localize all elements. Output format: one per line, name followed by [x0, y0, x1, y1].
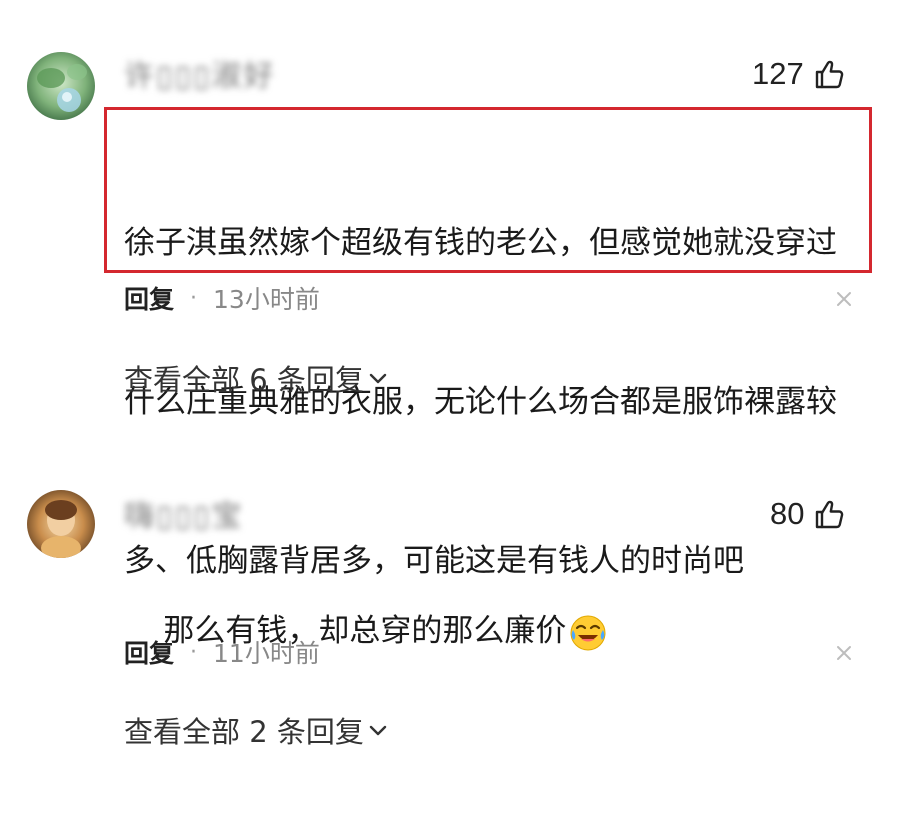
close-icon[interactable] [833, 642, 855, 664]
comment-text-line: 徐子淇虽然嫁个超级有钱的老公，但感觉她就没穿过 [124, 225, 837, 261]
username[interactable]: 嗨▯▯▯宝 [124, 496, 244, 534]
chevron-down-icon [369, 725, 387, 736]
avatar[interactable] [27, 52, 95, 120]
close-icon[interactable] [833, 288, 855, 310]
timestamp: 13小时前 [213, 285, 320, 314]
timestamp: 11小时前 [213, 639, 320, 668]
comment-meta: 回复 · 13小时前 [124, 280, 320, 316]
like-button[interactable]: 80 [770, 494, 846, 534]
username-text: 嗨▯▯▯宝 [124, 499, 244, 534]
laughing-crying-emoji-icon [570, 615, 606, 650]
view-all-replies-button[interactable]: 查看全部 6 条回复 [124, 358, 388, 398]
username-text: 许▯▯▯淑好 [124, 59, 276, 94]
view-all-replies-button[interactable]: 查看全部 2 条回复 [124, 710, 388, 750]
thumbs-up-icon [815, 60, 843, 89]
comment-2: 嗨▯▯▯宝 80 那么有钱，却总穿的那么廉价 回复 · 11小时前 查看全部 2… [0, 430, 918, 816]
thumbs-up-icon [816, 500, 844, 529]
view-all-replies-label: 查看全部 2 条回复 [124, 715, 364, 749]
avatar[interactable] [27, 490, 95, 558]
reply-button[interactable]: 回复 [124, 280, 174, 316]
reply-button[interactable]: 回复 [124, 634, 174, 670]
like-count: 127 [752, 56, 804, 91]
separator-dot: · [190, 285, 198, 311]
like-count: 80 [770, 496, 805, 531]
like-button[interactable]: 127 [752, 54, 846, 94]
comment-1: 许▯▯▯淑好 127 徐子淇虽然嫁个超级有钱的老公，但感觉她就没穿过 什么庄重典… [0, 0, 918, 579]
chevron-down-icon [369, 373, 387, 384]
view-all-replies-label: 查看全部 6 条回复 [124, 363, 364, 397]
comment-text: 那么有钱，却总穿的那么廉价 [124, 552, 854, 711]
username[interactable]: 许▯▯▯淑好 [124, 56, 276, 94]
separator-dot: · [190, 639, 198, 665]
comment-meta: 回复 · 11小时前 [124, 634, 320, 670]
